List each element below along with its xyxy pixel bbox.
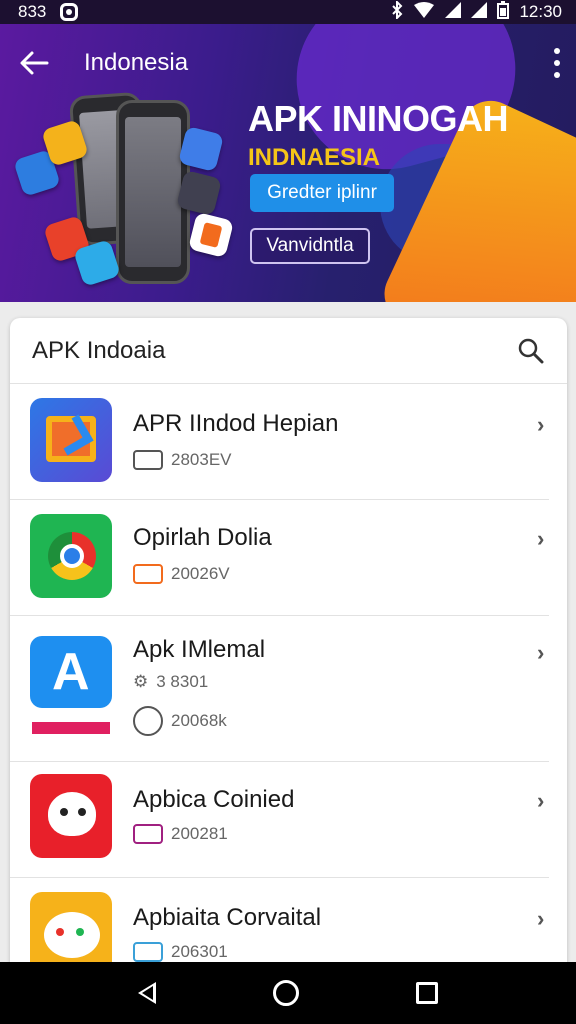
app-meta: 20026V	[133, 564, 230, 584]
list-item[interactable]: Opirlah Dolia 20026V ›	[10, 500, 567, 616]
badge-icon	[133, 942, 163, 962]
status-time-right: 12:30	[519, 2, 562, 21]
app-meta: 20068k	[133, 706, 227, 736]
banner-secondary-button[interactable]: Vanvidntla	[250, 228, 370, 264]
signal-icon	[445, 1, 462, 23]
app-size: 206301	[171, 942, 228, 961]
camera-icon	[133, 450, 163, 470]
notification-icon	[60, 3, 79, 21]
app-icon-appstore: A	[30, 636, 112, 708]
page-title: Indonesia	[84, 49, 189, 76]
app-name: Apbiaita Corvaital	[133, 904, 322, 931]
arrow-left-icon[interactable]	[10, 39, 58, 87]
banner-text: APK ININOGAH INDNAESIA	[248, 98, 509, 172]
more-vertical-icon[interactable]	[552, 48, 562, 78]
card-title: APK Indoaia	[32, 336, 166, 364]
app-name: APR IIndod Hepian	[133, 410, 339, 437]
list-item[interactable]: A Apk IMlemal ⚙ 3 8301 20068k ›	[10, 616, 567, 762]
top-app-bar: Indonesia	[0, 24, 576, 102]
app-size: 2803EV	[171, 450, 232, 469]
app-screen: 833 12:30 APK ININOGAH INDNAESIA Gredter…	[0, 0, 576, 1024]
card-header: APK Indoaia	[10, 318, 567, 384]
banner-primary-button[interactable]: Gredter iplinr	[250, 174, 394, 212]
signal-icon	[471, 1, 488, 23]
list-item[interactable]: APR IIndod Hepian 2803EV ›	[10, 384, 567, 500]
app-version: 3 8301	[156, 672, 209, 691]
app-size: 200281	[171, 824, 228, 843]
app-chip-icon	[187, 211, 235, 259]
app-meta: ⚙ 3 8301	[133, 672, 208, 692]
app-name: Apk IMlemal	[133, 636, 266, 663]
nav-back-icon[interactable]	[138, 982, 157, 1004]
chevron-right-icon[interactable]: ›	[537, 526, 549, 551]
app-promo-strip	[32, 722, 110, 734]
app-icon-chrome	[30, 514, 112, 598]
app-name: Opirlah Dolia	[133, 524, 272, 551]
status-time-left: 833	[18, 2, 47, 21]
app-meta: 206301	[133, 942, 228, 962]
app-meta: 200281	[133, 824, 228, 844]
nav-home-icon[interactable]	[272, 980, 299, 1006]
app-name: Apbica Coinied	[133, 786, 295, 813]
chevron-right-icon[interactable]: ›	[537, 906, 549, 931]
list-item[interactable]: Apbica Coinied 200281 ›	[10, 762, 567, 878]
badge-icon	[133, 824, 163, 844]
chevron-right-icon[interactable]: ›	[537, 640, 549, 665]
search-icon[interactable]	[515, 335, 547, 367]
gear-icon: ⚙	[133, 672, 149, 691]
globe-icon	[133, 706, 163, 736]
chevron-right-icon[interactable]: ›	[537, 788, 549, 813]
bluetooth-icon	[391, 0, 403, 24]
app-list-card: APK Indoaia APR IIndod Hepian 2803EV › O…	[10, 318, 567, 978]
app-size: 20026V	[171, 564, 230, 583]
wifi-icon	[413, 1, 435, 23]
app-meta: 2803EV	[133, 450, 232, 470]
chevron-right-icon[interactable]: ›	[537, 412, 549, 437]
app-icon-red-face	[30, 774, 112, 858]
banner-title: APK ININOGAH	[248, 98, 509, 139]
nav-recents-icon[interactable]	[415, 982, 438, 1004]
app-size: 20068k	[171, 711, 227, 730]
status-bar: 833 12:30	[0, 0, 576, 24]
battery-icon	[497, 0, 510, 24]
badge-icon	[133, 564, 163, 584]
app-icon-blue-frame	[30, 398, 112, 482]
banner-subtitle: INDNAESIA	[248, 144, 381, 171]
phones-illustration	[13, 91, 235, 294]
system-nav-bar	[0, 962, 576, 1024]
